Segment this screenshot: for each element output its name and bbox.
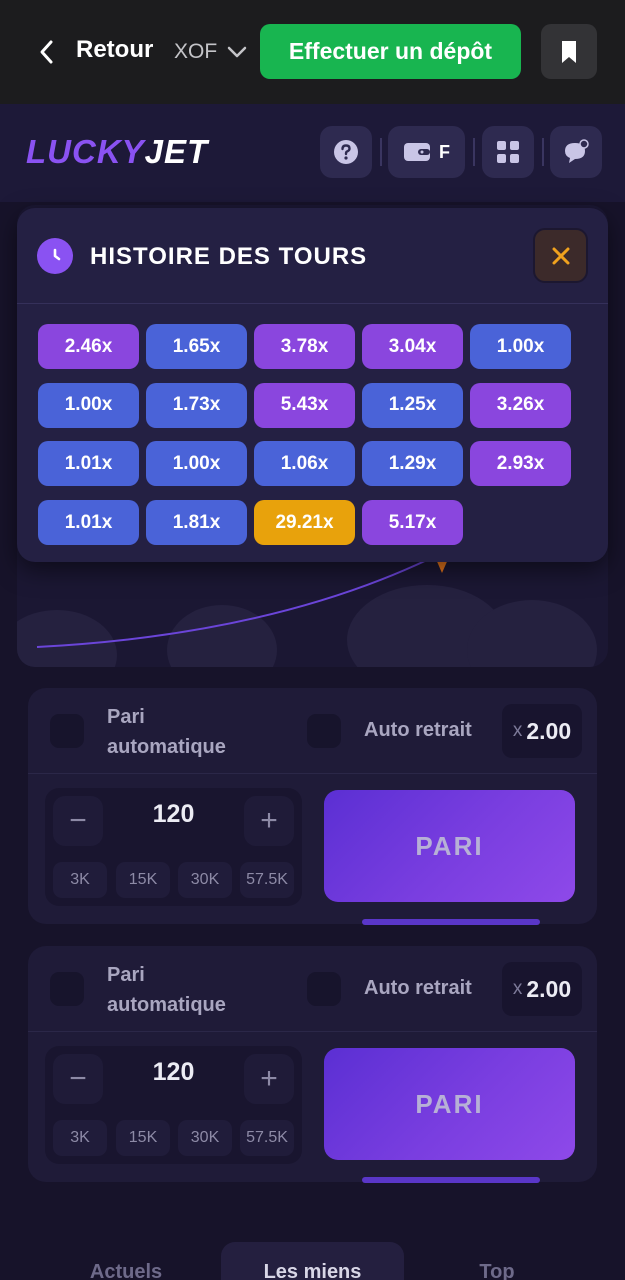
round-multiplier-chip: 2.46x — [38, 324, 139, 369]
quick-amount-button[interactable]: 15K — [116, 862, 170, 898]
bet-options-row: Pari automatique Auto retrait x 2.00 — [28, 946, 597, 1032]
quick-amount-button[interactable]: 30K — [178, 1120, 232, 1156]
bet-panel-2: Pari automatique Auto retrait x 2.00 − 1… — [28, 946, 597, 1183]
header-divider — [542, 138, 544, 166]
round-multiplier-chip: 1.00x — [146, 441, 247, 487]
increase-button[interactable]: + — [244, 1054, 294, 1104]
tab-les-miens[interactable]: Les miens — [221, 1242, 404, 1280]
decrease-button[interactable]: − — [53, 1054, 103, 1104]
quick-amount-button[interactable]: 57.5K — [240, 862, 294, 898]
round-multiplier-chip: 1.01x — [38, 441, 139, 487]
tab-top[interactable]: Top — [432, 1242, 562, 1280]
chevron-left-icon[interactable] — [36, 38, 58, 66]
multiplier-prefix: x — [512, 720, 523, 741]
quick-amount-button[interactable]: 57.5K — [240, 1120, 294, 1156]
bet-panel-1: Pari automatique Auto retrait x 2.00 − 1… — [28, 688, 597, 925]
auto-cashout-label: Auto retrait — [364, 719, 472, 741]
deposit-button[interactable]: Effectuer un dépôt — [260, 24, 521, 79]
auto-cashout-checkbox[interactable] — [307, 714, 341, 748]
auto-cashout-label: Auto retrait — [364, 977, 472, 999]
bet-button[interactable]: PARI — [324, 1048, 575, 1160]
wallet-button[interactable]: F — [388, 126, 465, 178]
quick-amount-button[interactable]: 3K — [53, 862, 107, 898]
round-multiplier-chip: 2.93x — [470, 441, 571, 487]
history-divider — [17, 303, 608, 304]
increase-button[interactable]: + — [244, 796, 294, 846]
close-button[interactable] — [533, 228, 588, 283]
wallet-currency: F — [439, 141, 450, 162]
quick-amount-button[interactable]: 3K — [53, 1120, 107, 1156]
cashout-multiplier-input[interactable]: x 2.00 — [502, 962, 582, 1016]
decrease-button[interactable]: − — [53, 796, 103, 846]
round-multiplier-chip: 5.17x — [362, 500, 463, 546]
cashout-multiplier-input[interactable]: x 2.00 — [502, 704, 582, 758]
quick-amount-button[interactable]: 15K — [116, 1120, 170, 1156]
bet-amount-input[interactable]: 120 — [115, 800, 232, 829]
grid-icon — [497, 141, 519, 163]
bet-button[interactable]: PARI — [324, 790, 575, 902]
round-multiplier-chip: 1.81x — [146, 500, 247, 546]
auto-bet-checkbox[interactable] — [50, 972, 84, 1006]
auto-bet-checkbox[interactable] — [50, 714, 84, 748]
auto-bet-label: Pari automatique — [107, 706, 226, 758]
multiplier-prefix: x — [512, 978, 523, 999]
top-bar: Retour XOF Effectuer un dépôt — [0, 0, 625, 104]
round-multiplier-chip: 5.43x — [254, 382, 355, 428]
bookmark-icon — [562, 40, 576, 63]
currency-selector[interactable]: XOF — [174, 40, 217, 64]
quick-amount-button[interactable]: 30K — [178, 862, 232, 898]
round-multiplier-chip: 1.29x — [362, 441, 463, 487]
chat-button[interactable] — [550, 126, 602, 178]
close-icon — [552, 247, 569, 264]
round-multiplier-chip: 1.25x — [362, 382, 463, 428]
auto-bet-label: Pari automatique — [107, 964, 226, 1016]
bookmark-button[interactable] — [541, 24, 597, 79]
bet-button-underline — [362, 919, 540, 925]
header-divider — [473, 138, 475, 166]
multiplier-value: 2.00 — [526, 975, 572, 1002]
bet-amount-box: − 120 + 3K 15K 30K 57.5K — [45, 1046, 302, 1164]
back-link[interactable]: Retour — [76, 36, 153, 64]
round-multiplier-chip: 3.78x — [254, 324, 355, 369]
round-multiplier-chip: 3.04x — [362, 324, 463, 369]
bet-button-underline — [362, 1177, 540, 1183]
question-icon — [334, 140, 358, 164]
menu-button[interactable] — [482, 126, 534, 178]
lucky-jet-logo: LUCKYJET — [26, 133, 209, 170]
tab-actuels[interactable]: Actuels — [58, 1242, 194, 1280]
bet-amount-input[interactable]: 120 — [115, 1058, 232, 1087]
round-multiplier-chip: 1.06x — [254, 441, 355, 487]
round-multiplier-chip: 3.26x — [470, 382, 571, 428]
auto-cashout-checkbox[interactable] — [307, 972, 341, 1006]
round-history-panel: HISTOIRE DES TOURS 2.46x 1.65x 3.78x 3.04x 1… — [17, 208, 608, 562]
header-divider — [380, 138, 382, 166]
bet-amount-box: − 120 + 3K 15K 30K 57.5K — [45, 788, 302, 906]
lucky-jet-page: Retour XOF Effectuer un dépôt LUCKYJET F — [0, 0, 625, 1280]
multiplier-value: 2.00 — [526, 717, 572, 744]
round-multiplier-chip: 29.21x — [254, 500, 355, 546]
clock-icon — [37, 238, 73, 274]
round-multiplier-chip: 1.01x — [38, 500, 139, 546]
wallet-icon — [404, 143, 430, 161]
round-multiplier-chip: 1.00x — [470, 324, 571, 369]
round-multiplier-chip: 1.73x — [146, 382, 247, 428]
chat-icon — [565, 139, 589, 163]
history-title: HISTOIRE DES TOURS — [90, 243, 368, 270]
round-multiplier-chip: 1.00x — [38, 382, 139, 428]
round-multiplier-chip: 1.65x — [146, 324, 247, 369]
help-button[interactable] — [320, 126, 372, 178]
chevron-down-icon[interactable] — [226, 42, 248, 62]
bet-options-row: Pari automatique Auto retrait x 2.00 — [28, 688, 597, 774]
